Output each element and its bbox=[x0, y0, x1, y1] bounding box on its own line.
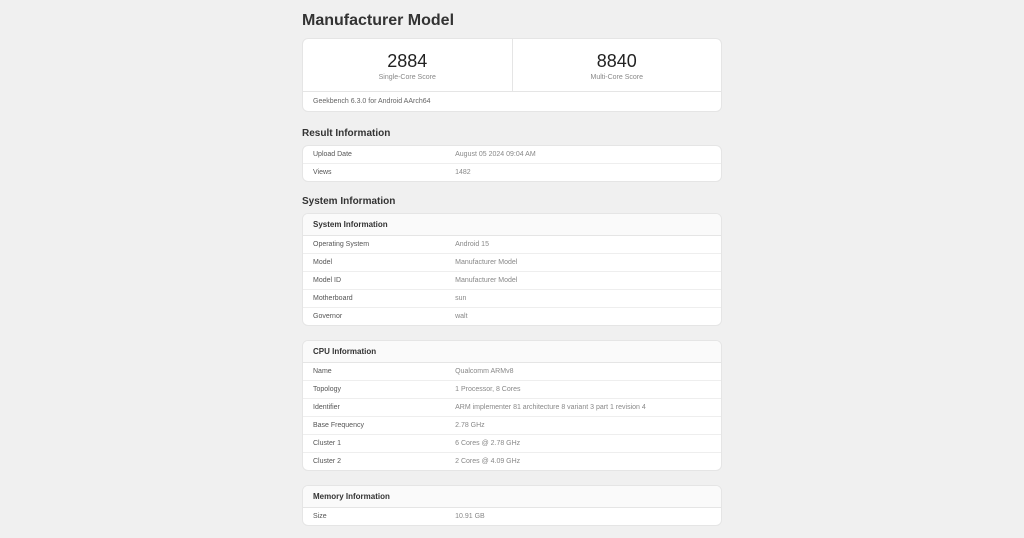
memory-info-card: Memory Information Size 10.91 GB bbox=[302, 485, 722, 526]
single-core-value: 2884 bbox=[311, 51, 504, 72]
row-value: 6 Cores @ 2.78 GHz bbox=[445, 435, 721, 452]
row-label: Size bbox=[303, 508, 445, 525]
row-label: Operating System bbox=[303, 236, 445, 253]
multi-core-label: Multi-Core Score bbox=[521, 74, 714, 81]
row-label: Cluster 2 bbox=[303, 453, 445, 470]
table-row: Cluster 1 6 Cores @ 2.78 GHz bbox=[303, 435, 721, 453]
memory-card-header: Memory Information bbox=[303, 486, 721, 508]
table-row: Model Manufacturer Model bbox=[303, 254, 721, 272]
multi-core-cell: 8840 Multi-Core Score bbox=[513, 39, 722, 91]
row-value: Manufacturer Model bbox=[445, 254, 721, 271]
row-value: Android 15 bbox=[445, 236, 721, 253]
table-row: Model ID Manufacturer Model bbox=[303, 272, 721, 290]
table-row: Name Qualcomm ARMv8 bbox=[303, 363, 721, 381]
row-label: Model ID bbox=[303, 272, 445, 289]
row-value: 2 Cores @ 4.09 GHz bbox=[445, 453, 721, 470]
row-label: Governor bbox=[303, 308, 445, 325]
system-section-title: System Information bbox=[302, 196, 722, 207]
row-label: Motherboard bbox=[303, 290, 445, 307]
system-info-card: System Information Operating System Andr… bbox=[302, 213, 722, 326]
row-value: 1 Processor, 8 Cores bbox=[445, 381, 721, 398]
row-label: Identifier bbox=[303, 399, 445, 416]
table-row: Governor walt bbox=[303, 308, 721, 325]
version-text: Geekbench 6.3.0 for Android AArch64 bbox=[303, 91, 721, 111]
page-title: Manufacturer Model bbox=[302, 12, 722, 30]
table-row: Topology 1 Processor, 8 Cores bbox=[303, 381, 721, 399]
row-label: Views bbox=[303, 164, 445, 181]
row-value: sun bbox=[445, 290, 721, 307]
page-container: Manufacturer Model 2884 Single-Core Scor… bbox=[302, 0, 722, 526]
row-label: Cluster 1 bbox=[303, 435, 445, 452]
system-card-header: System Information bbox=[303, 214, 721, 236]
row-label: Model bbox=[303, 254, 445, 271]
table-row: Views 1482 bbox=[303, 164, 721, 181]
table-row: Identifier ARM implementer 81 architectu… bbox=[303, 399, 721, 417]
row-value: August 05 2024 09:04 AM bbox=[445, 146, 721, 163]
row-label: Base Frequency bbox=[303, 417, 445, 434]
result-section-title: Result Information bbox=[302, 128, 722, 139]
row-value: Manufacturer Model bbox=[445, 272, 721, 289]
row-label: Upload Date bbox=[303, 146, 445, 163]
row-label: Name bbox=[303, 363, 445, 380]
scores-row: 2884 Single-Core Score 8840 Multi-Core S… bbox=[303, 39, 721, 91]
table-row: Cluster 2 2 Cores @ 4.09 GHz bbox=[303, 453, 721, 470]
cpu-info-card: CPU Information Name Qualcomm ARMv8 Topo… bbox=[302, 340, 722, 471]
row-value: ARM implementer 81 architecture 8 varian… bbox=[445, 399, 721, 416]
scores-card: 2884 Single-Core Score 8840 Multi-Core S… bbox=[302, 38, 722, 112]
row-value: 2.78 GHz bbox=[445, 417, 721, 434]
result-info-card: Upload Date August 05 2024 09:04 AM View… bbox=[302, 145, 722, 182]
row-value: 1482 bbox=[445, 164, 721, 181]
single-core-label: Single-Core Score bbox=[311, 74, 504, 81]
table-row: Base Frequency 2.78 GHz bbox=[303, 417, 721, 435]
table-row: Motherboard sun bbox=[303, 290, 721, 308]
table-row: Operating System Android 15 bbox=[303, 236, 721, 254]
table-row: Size 10.91 GB bbox=[303, 508, 721, 525]
row-value: walt bbox=[445, 308, 721, 325]
row-label: Topology bbox=[303, 381, 445, 398]
cpu-card-header: CPU Information bbox=[303, 341, 721, 363]
multi-core-value: 8840 bbox=[521, 51, 714, 72]
table-row: Upload Date August 05 2024 09:04 AM bbox=[303, 146, 721, 164]
single-core-cell: 2884 Single-Core Score bbox=[303, 39, 513, 91]
row-value: 10.91 GB bbox=[445, 508, 721, 525]
row-value: Qualcomm ARMv8 bbox=[445, 363, 721, 380]
